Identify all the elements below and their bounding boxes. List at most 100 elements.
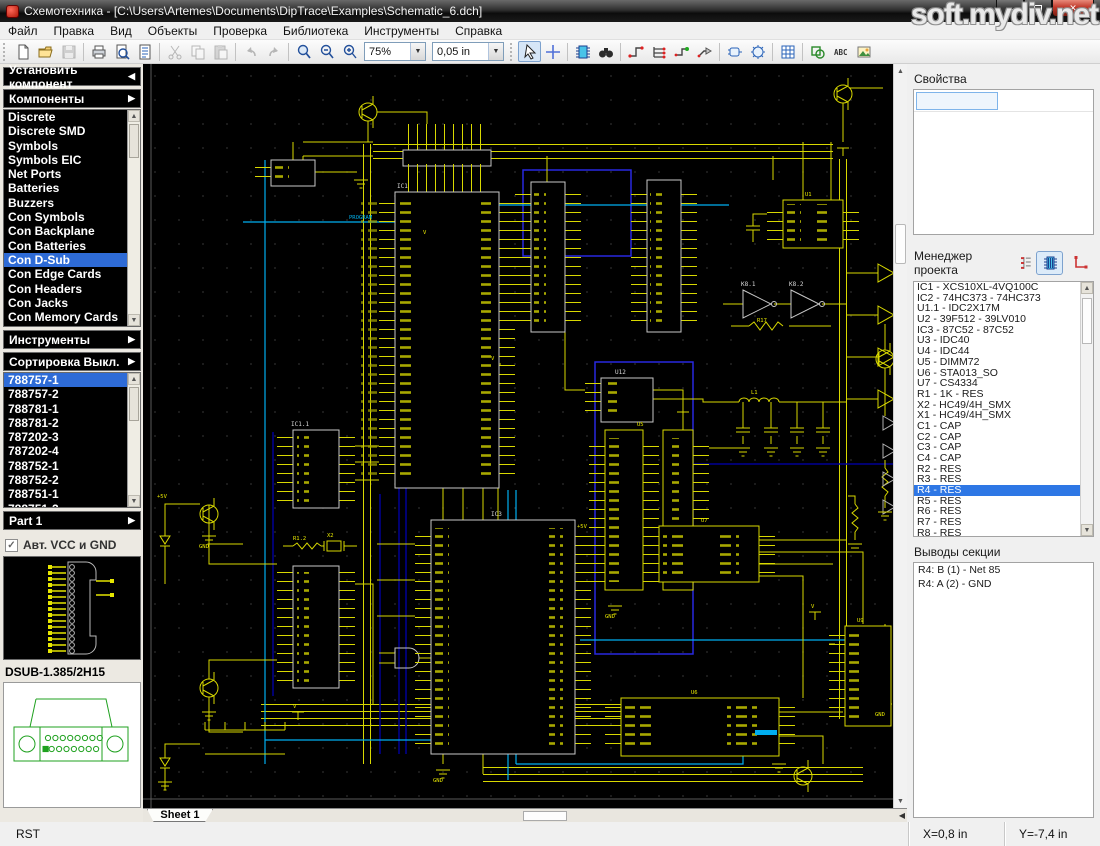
list-item[interactable]: Con Edge Cards <box>4 267 140 281</box>
components-header[interactable]: Компоненты ▶ <box>3 89 141 108</box>
scroll-down-icon[interactable]: ▼ <box>128 495 140 507</box>
print-button[interactable] <box>87 41 110 62</box>
scrollbar[interactable]: ▲ ▼ <box>1080 282 1093 536</box>
scrollbar[interactable]: ▲ ▼ <box>127 110 140 326</box>
place-wire-button[interactable] <box>624 41 647 62</box>
list-item[interactable]: Con Memory Cards <box>4 310 140 324</box>
default-mode-button[interactable] <box>518 41 541 62</box>
menu-tools[interactable]: Инструменты <box>356 23 447 39</box>
list-item[interactable]: R4: A (2) - GND <box>914 577 1093 591</box>
sort-header[interactable]: Сортировка Выкл. ▶ <box>3 352 141 371</box>
scroll-up-icon[interactable]: ▲ <box>1081 282 1093 294</box>
expand-right-icon[interactable]: ▶ <box>128 356 135 367</box>
chevron-down-icon[interactable]: ▼ <box>488 43 503 60</box>
list-item[interactable]: Symbols EIC <box>4 153 140 167</box>
scroll-up-icon[interactable]: ▲ <box>128 373 140 385</box>
find-component-button[interactable] <box>594 41 617 62</box>
list-item-selected[interactable]: Con D-Sub <box>4 253 140 267</box>
menu-library[interactable]: Библиотека <box>275 23 356 39</box>
paste-button[interactable] <box>209 41 232 62</box>
scroll-up-icon[interactable]: ▲ <box>894 64 907 78</box>
tools-header[interactable]: Инструменты ▶ <box>3 330 141 349</box>
list-item[interactable]: Con Symbols <box>4 210 140 224</box>
auto-vcc-gnd-checkbox[interactable]: ✓ <box>5 539 18 552</box>
list-item[interactable]: 788757-2 <box>4 387 140 401</box>
place-connection-button[interactable] <box>693 41 716 62</box>
redo-button[interactable] <box>262 41 285 62</box>
list-item[interactable]: Discrete SMD <box>4 124 140 138</box>
list-item[interactable]: Batteries <box>4 181 140 195</box>
list-item[interactable]: Discrete <box>4 110 140 124</box>
scroll-down-icon[interactable]: ▼ <box>1081 524 1093 536</box>
sheet-tab[interactable]: Sheet 1 <box>147 809 213 822</box>
scroll-thumb[interactable] <box>129 387 139 421</box>
zoom-window-button[interactable] <box>292 41 315 62</box>
canvas-vscrollbar[interactable]: ▲ ▼ <box>893 64 907 808</box>
menu-view[interactable]: Вид <box>102 23 140 39</box>
list-item[interactable]: 788751-2 <box>4 502 140 508</box>
scroll-down-icon[interactable]: ▼ <box>128 314 140 326</box>
place-net-port-button[interactable] <box>670 41 693 62</box>
toolbar-grip[interactable] <box>510 43 515 61</box>
origin-mode-button[interactable] <box>541 41 564 62</box>
list-item[interactable]: 788752-2 <box>4 473 140 487</box>
menu-edit[interactable]: Правка <box>46 23 103 39</box>
list-item[interactable]: 787202-4 <box>4 444 140 458</box>
properties-field[interactable] <box>916 92 998 110</box>
list-item[interactable]: U5 - DIMM72 <box>914 357 1093 368</box>
list-item[interactable]: Con Jacks <box>4 296 140 310</box>
place-component-button[interactable] <box>571 41 594 62</box>
list-item[interactable]: 788781-2 <box>4 416 140 430</box>
expand-right-icon[interactable]: ▶ <box>128 515 135 526</box>
place-bus-button[interactable] <box>647 41 670 62</box>
list-item[interactable]: Con Backplane <box>4 224 140 238</box>
menu-objects[interactable]: Объекты <box>140 23 206 39</box>
place-text-button[interactable]: ABC <box>829 41 852 62</box>
canvas-hscroll-thumb[interactable] <box>523 811 567 821</box>
nets-view-button[interactable] <box>1068 251 1094 275</box>
collapse-left-icon[interactable]: ◀ <box>128 71 135 82</box>
list-item[interactable]: 788751-1 <box>4 487 140 501</box>
zoom-out-button[interactable] <box>315 41 338 62</box>
list-item[interactable]: R4: B (1) - Net 85 <box>914 563 1093 577</box>
minimize-button[interactable] <box>996 0 1024 17</box>
schematic-canvas[interactable]: IC1 IC1.1 IC3 U12 U5 U7 U6 U1 U9 L1 R1.2… <box>143 64 893 808</box>
list-item[interactable]: R8 - RES <box>914 528 1093 537</box>
place-image-button[interactable] <box>852 41 875 62</box>
scrollbar[interactable]: ▲ ▼ <box>127 373 140 507</box>
zoom-combo[interactable]: 75% ▼ <box>364 42 426 61</box>
close-button[interactable]: ✕ <box>1052 0 1094 17</box>
tab-scroll-left-icon[interactable]: ◀ <box>899 811 905 820</box>
save-button[interactable] <box>57 41 80 62</box>
spreadsheet-button[interactable] <box>776 41 799 62</box>
list-item-selected[interactable]: 788757-1 <box>4 373 140 387</box>
scroll-thumb[interactable] <box>1082 298 1092 344</box>
list-item[interactable]: Con Power <box>4 324 140 327</box>
list-item[interactable]: Buzzers <box>4 196 140 210</box>
scroll-thumb[interactable] <box>129 124 139 158</box>
list-item[interactable]: 788781-1 <box>4 402 140 416</box>
place-component-header[interactable]: Установить компонент ◀ <box>3 67 141 86</box>
expand-right-icon[interactable]: ▶ <box>128 334 135 345</box>
chevron-down-icon[interactable]: ▼ <box>410 43 425 60</box>
list-item[interactable]: Con Batteries <box>4 239 140 253</box>
components-view-button[interactable] <box>1036 251 1062 275</box>
list-item[interactable]: 788752-1 <box>4 459 140 473</box>
new-button[interactable] <box>11 41 34 62</box>
maximize-button[interactable] <box>1024 0 1052 17</box>
menu-file[interactable]: Файл <box>0 23 46 39</box>
copy-button[interactable] <box>186 41 209 62</box>
menu-verify[interactable]: Проверка <box>205 23 275 39</box>
print-preview-button[interactable] <box>110 41 133 62</box>
part-section-header[interactable]: Part 1 ▶ <box>3 511 141 530</box>
toolbar-grip[interactable] <box>3 43 8 61</box>
cut-button[interactable] <box>163 41 186 62</box>
zoom-fit-button[interactable] <box>338 41 361 62</box>
menu-help[interactable]: Справка <box>447 23 510 39</box>
scroll-up-icon[interactable]: ▲ <box>128 110 140 122</box>
place-part-button[interactable] <box>746 41 769 62</box>
list-item[interactable]: Net Ports <box>4 167 140 181</box>
scroll-down-icon[interactable]: ▼ <box>894 794 907 808</box>
scroll-thumb[interactable] <box>895 224 906 264</box>
undo-button[interactable] <box>239 41 262 62</box>
